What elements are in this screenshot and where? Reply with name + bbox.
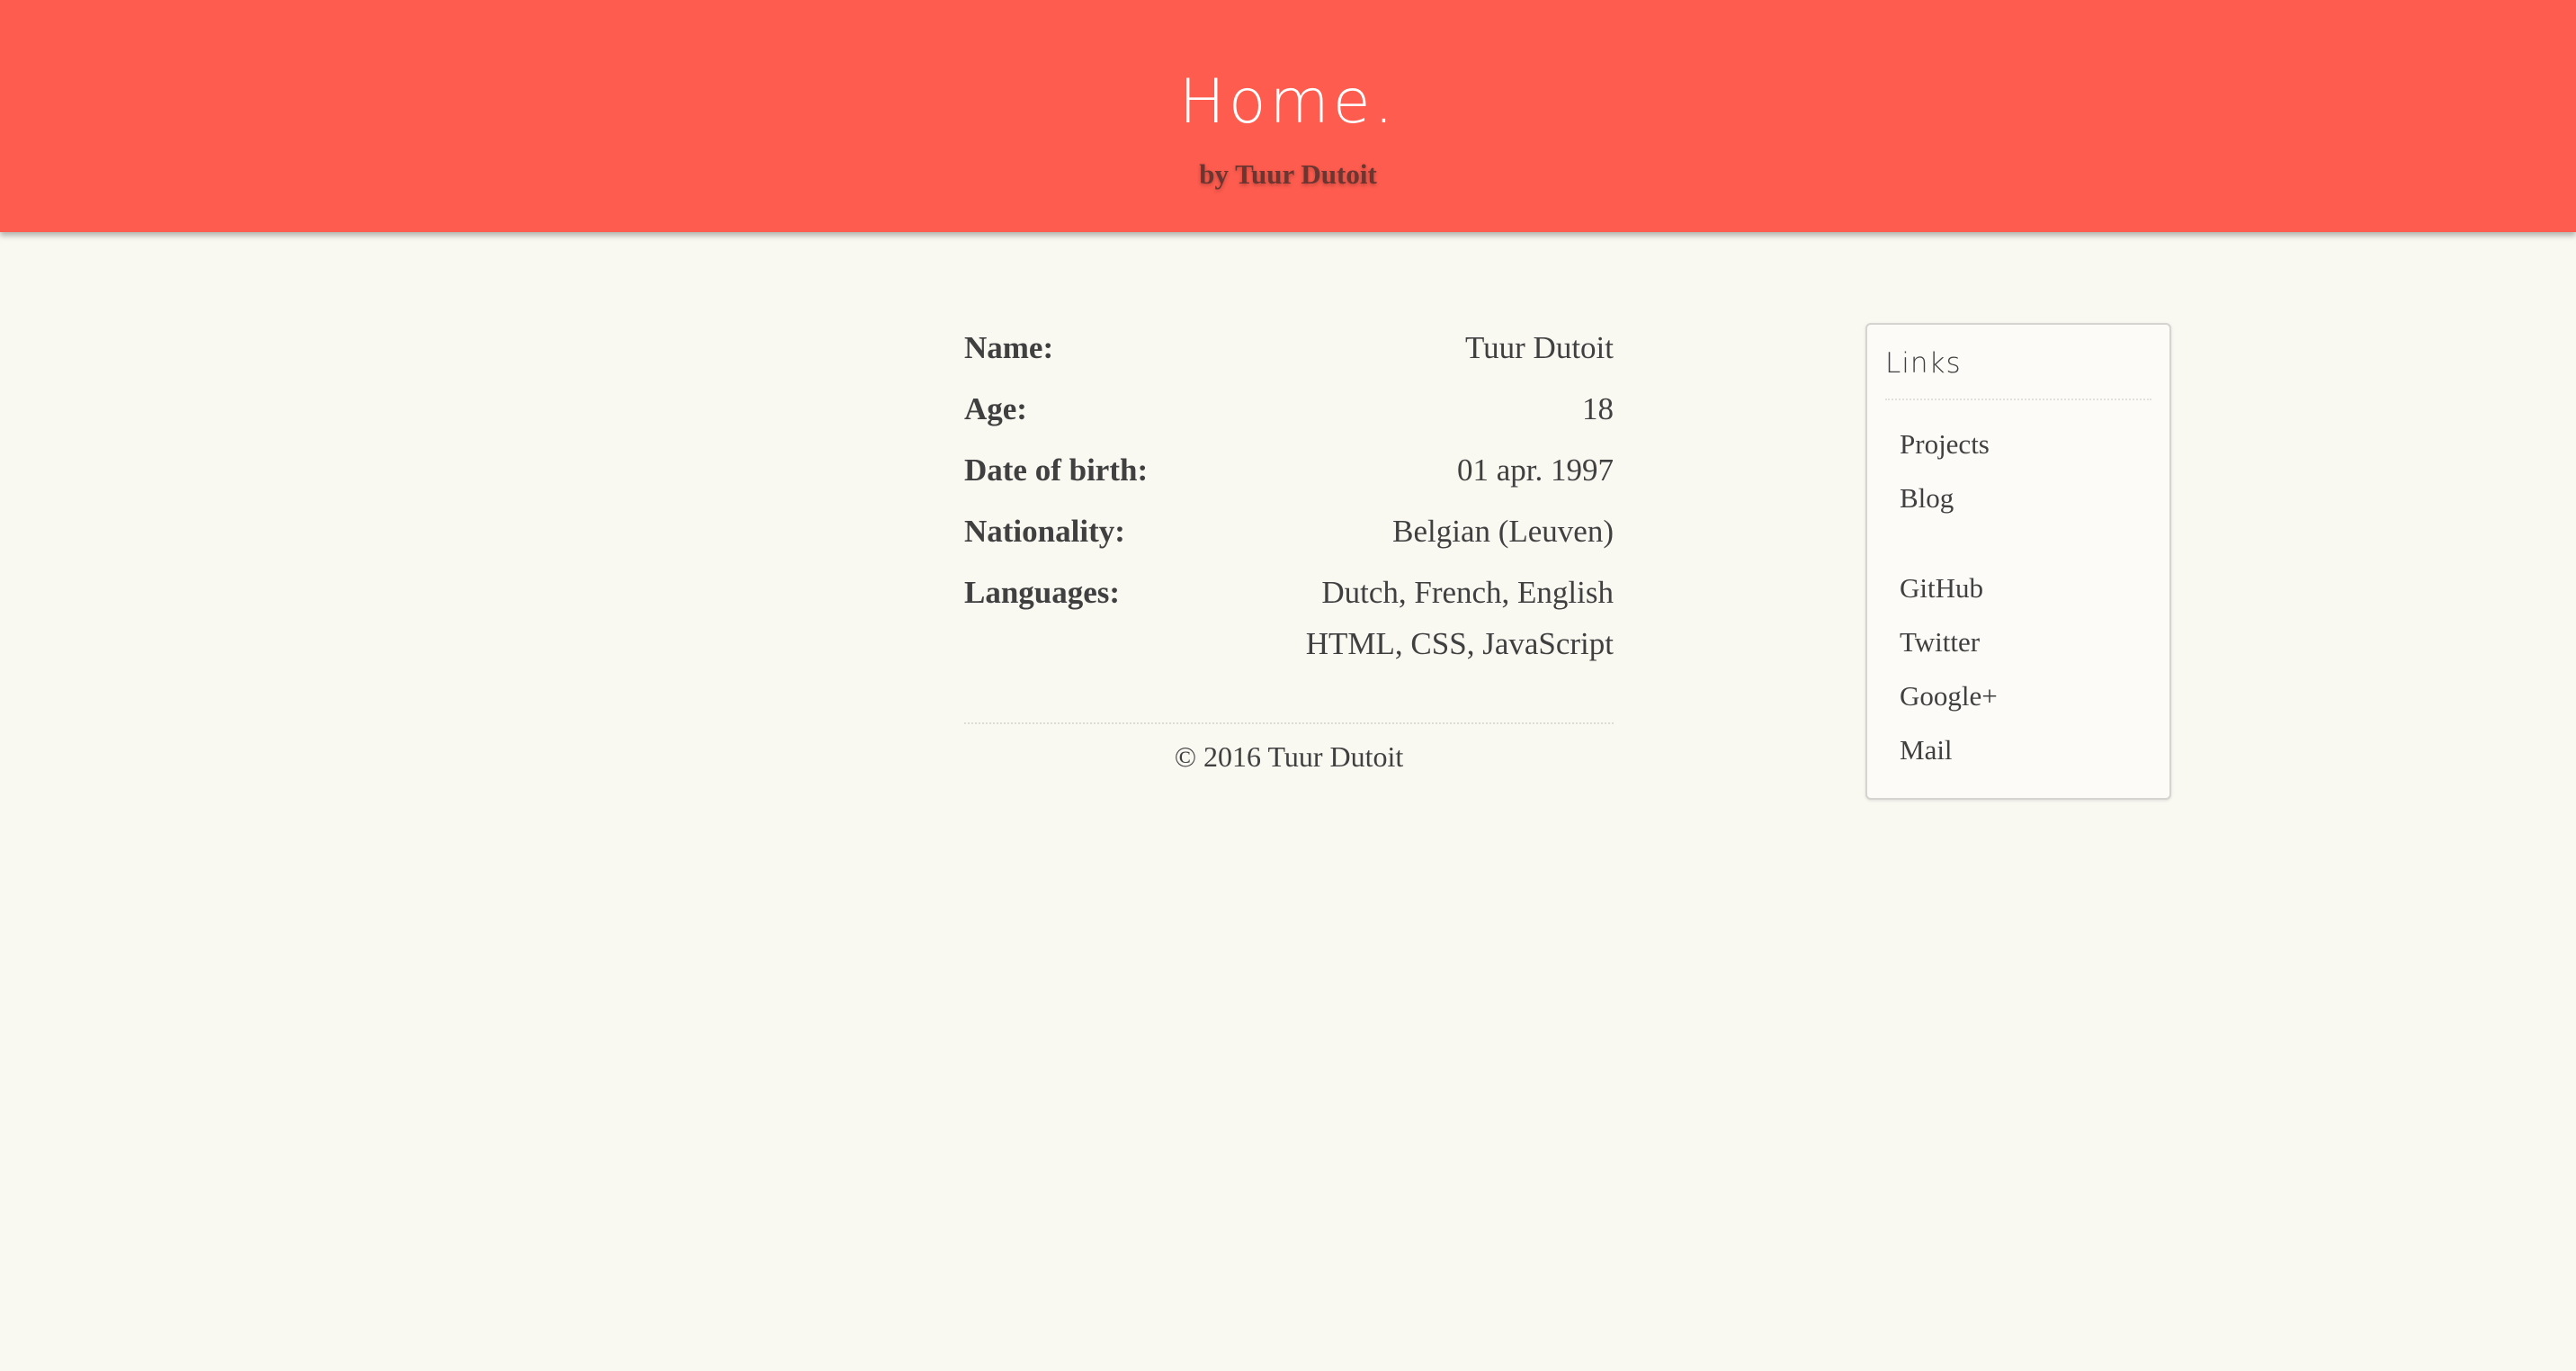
links-divider <box>1885 399 2151 400</box>
info-value-group: Tuur Dutoit <box>1465 327 1614 369</box>
info-value: Dutch, French, English <box>1321 575 1614 610</box>
info-label: Languages: <box>964 575 1121 610</box>
site-subtitle: by Tuur Dutoit <box>1199 158 1377 190</box>
footer-copyright: © 2016 Tuur Dutoit <box>1174 740 1404 773</box>
site-header: Home. by Tuur Dutoit <box>0 0 2576 232</box>
link-projects[interactable]: Projects <box>1900 425 1990 464</box>
info-value: Tuur Dutoit <box>1464 330 1614 365</box>
info-row-age: Age: 18 <box>964 389 1614 430</box>
info-label: Date of birth: <box>964 453 1149 488</box>
info-value-group: Belgian (Leuven) <box>1392 511 1614 552</box>
info-value-group: 01 apr. 1997 <box>1457 450 1614 491</box>
site-title: Home. <box>1178 67 1398 138</box>
info-label: Nationality: <box>964 514 1125 549</box>
info-value-group: Dutch, French, English HTML, CSS, JavaSc… <box>1306 572 1614 665</box>
link-google-plus[interactable]: Google+ <box>1900 677 1998 716</box>
info-value: Belgian (Leuven) <box>1392 514 1614 549</box>
info-value: 18 <box>1582 391 1614 426</box>
link-mail[interactable]: Mail <box>1900 730 1953 770</box>
info-label: Age: <box>964 391 1027 426</box>
link-github[interactable]: GitHub <box>1900 569 1983 608</box>
links-panel: Links Projects Blog GitHub Twitter Googl… <box>1865 323 2171 800</box>
info-row-name: Name: Tuur Dutoit <box>964 327 1614 369</box>
info-row-date-of-birth: Date of birth: 01 apr. 1997 <box>964 450 1614 491</box>
info-label: Name: <box>964 330 1054 365</box>
info-row-languages: Languages: Dutch, French, English HTML, … <box>964 572 1614 665</box>
profile-info: Name: Tuur Dutoit Age: 18 Date of birth:… <box>964 327 1614 685</box>
link-blog[interactable]: Blog <box>1900 479 1954 518</box>
info-value: 01 apr. 1997 <box>1456 453 1614 488</box>
link-twitter[interactable]: Twitter <box>1900 623 1980 662</box>
info-row-nationality: Nationality: Belgian (Leuven) <box>964 511 1614 552</box>
info-value: HTML, CSS, JavaScript <box>1305 626 1614 661</box>
links-title: Links <box>1885 347 1962 380</box>
info-value-group: 18 <box>1582 389 1614 430</box>
footer-divider <box>964 722 1614 724</box>
